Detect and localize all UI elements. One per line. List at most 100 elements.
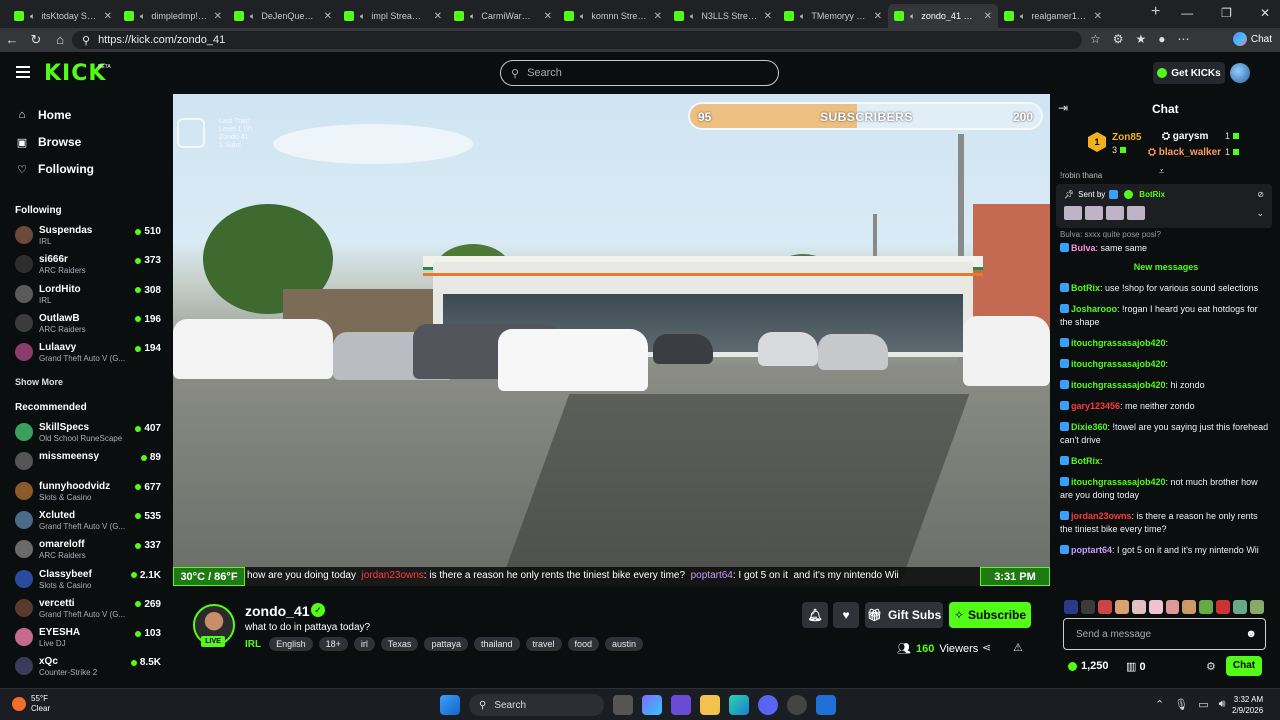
chat-input[interactable]: Send a message ☻ bbox=[1063, 618, 1266, 650]
stream-tag[interactable]: pattaya bbox=[424, 637, 468, 651]
notification-bell-button[interactable]: 🔔︎ bbox=[802, 602, 828, 628]
close-tab-icon[interactable]: ✕ bbox=[324, 11, 332, 22]
browser-tab[interactable]: 🔈︎ dimpledmp!ng ✕ bbox=[118, 4, 228, 28]
edge-icon[interactable] bbox=[729, 695, 749, 715]
stream-tag[interactable]: irl bbox=[353, 637, 375, 651]
close-tab-icon[interactable]: ✕ bbox=[214, 11, 222, 22]
minimize-button[interactable]: — bbox=[1181, 6, 1193, 20]
more-icon[interactable]: ⋯ bbox=[1178, 32, 1190, 46]
stream-tag[interactable]: thailand bbox=[473, 637, 520, 651]
close-tab-icon[interactable]: ✕ bbox=[984, 11, 992, 22]
sidebar-channel[interactable]: EYESHA Live DJ 103 bbox=[15, 626, 165, 654]
sidebar-channel[interactable]: omareloff ARC Raiders 337 bbox=[15, 538, 165, 566]
close-tab-icon[interactable]: ✕ bbox=[434, 11, 442, 22]
url-field[interactable]: ⚲ https://kick.com/zondo_41 bbox=[72, 31, 1082, 49]
sidebar-channel[interactable]: LordHito IRL 308 bbox=[15, 283, 165, 311]
browser-tab[interactable]: 🔈︎ komnn Stream ✕ bbox=[558, 4, 668, 28]
emote[interactable] bbox=[1148, 600, 1163, 614]
chat-username[interactable]: Josharooo bbox=[1071, 304, 1117, 314]
leaderboard-top-name[interactable]: Zon85 bbox=[1112, 132, 1141, 143]
kicks-balance[interactable]: ▥ 0 bbox=[1126, 660, 1146, 673]
new-messages-divider[interactable]: New messages bbox=[1060, 261, 1272, 274]
favorites-bar-icon[interactable]: ★ bbox=[1136, 32, 1147, 46]
emote[interactable] bbox=[1064, 600, 1078, 614]
menu-icon[interactable] bbox=[16, 66, 30, 81]
chat-username[interactable]: BotRix bbox=[1071, 283, 1100, 293]
video-player[interactable]: Last Train Level 1 (3) Zondo 41 1 Subs 9… bbox=[173, 94, 1050, 586]
sidebar-channel[interactable]: xQc Counter-Strike 2 8.5K bbox=[15, 655, 165, 683]
speaker-icon[interactable]: 🔈︎ bbox=[360, 11, 365, 22]
emoji-icon[interactable]: ☻ bbox=[1245, 628, 1257, 640]
stream-tag[interactable]: austin bbox=[605, 637, 644, 651]
file-explorer-icon[interactable] bbox=[700, 695, 720, 715]
home-button[interactable]: ⌂ bbox=[48, 32, 72, 47]
close-tab-icon[interactable]: ✕ bbox=[764, 11, 772, 22]
stream-tag[interactable]: Texas bbox=[380, 637, 419, 651]
nav-browse[interactable]: ▣ Browse bbox=[16, 135, 82, 149]
speaker-icon[interactable]: 🔈︎ bbox=[30, 11, 35, 22]
close-tab-icon[interactable]: ✕ bbox=[654, 11, 662, 22]
chevron-down-icon[interactable]: ⌄ bbox=[1256, 208, 1264, 219]
nav-home[interactable]: ⌂ Home bbox=[16, 108, 72, 122]
close-tab-icon[interactable]: ✕ bbox=[874, 11, 882, 22]
stream-tag[interactable]: 18+ bbox=[318, 637, 348, 651]
sidebar-channel[interactable]: funnyhoodvidz Slots & Casino 677 bbox=[15, 480, 165, 508]
share-icon[interactable]: ⋖ bbox=[982, 641, 991, 654]
speaker-icon[interactable]: 🔈︎ bbox=[140, 11, 145, 22]
browser-tab[interactable]: 🔈︎ impl Stream - V ✕ bbox=[338, 4, 448, 28]
emote[interactable] bbox=[1233, 600, 1248, 614]
browser-tab[interactable]: 🔈︎ CarmiWarmy Str ✕ bbox=[448, 4, 558, 28]
chat-username[interactable]: Dixie360 bbox=[1071, 422, 1108, 432]
speaker-icon[interactable]: 🔈︎ bbox=[800, 11, 805, 22]
sidebar-channel[interactable]: si666r ARC Raiders 373 bbox=[15, 253, 165, 281]
emote[interactable] bbox=[1131, 600, 1146, 614]
emote[interactable] bbox=[1080, 600, 1095, 614]
sidebar-channel[interactable]: Classybeef Slots & Casino 2.1K bbox=[15, 568, 165, 596]
system-clock[interactable]: 3:32 AM 2/9/2026 bbox=[1232, 694, 1263, 716]
speaker-icon[interactable]: 🔈︎ bbox=[690, 11, 695, 22]
reload-button[interactable]: ↻ bbox=[24, 32, 48, 48]
browser-tab[interactable]: 🔈︎ itsKtoday Stream ✕ bbox=[8, 4, 118, 28]
app-icon[interactable] bbox=[816, 695, 836, 715]
chat-username[interactable]: itouchgrassasajob420 bbox=[1071, 380, 1166, 390]
show-more-button[interactable]: Show More bbox=[15, 377, 63, 387]
weather-widget[interactable]: 55°F Clear bbox=[12, 694, 50, 714]
follow-button[interactable]: ♥ bbox=[833, 602, 859, 628]
new-tab-button[interactable]: + bbox=[1151, 3, 1160, 21]
chat-username[interactable]: BotRix bbox=[1071, 456, 1100, 466]
speaker-icon[interactable]: 🔈︎ bbox=[470, 11, 475, 22]
emote[interactable] bbox=[1250, 600, 1265, 614]
microphone-icon[interactable]: 🎙︎ bbox=[1174, 698, 1188, 711]
stream-tag[interactable]: English bbox=[269, 637, 313, 651]
nav-following[interactable]: ♡ Following bbox=[16, 162, 94, 176]
close-window-button[interactable]: ✕ bbox=[1260, 6, 1270, 20]
close-tab-icon[interactable]: ✕ bbox=[544, 11, 552, 22]
close-tab-icon[interactable]: ✕ bbox=[104, 11, 112, 22]
copilot-button[interactable]: Chat bbox=[1232, 32, 1272, 46]
extensions-icon[interactable]: ⚙ bbox=[1113, 32, 1124, 46]
chevron-up-icon[interactable]: ⌃ bbox=[1155, 698, 1164, 711]
subscribe-button[interactable]: ✧ Subscribe bbox=[949, 602, 1031, 628]
browser-tab[interactable]: 🔈︎ N3LLS Stream - ✕ bbox=[668, 4, 778, 28]
leaderboard-third-name[interactable]: ⛭ black_walker bbox=[1148, 147, 1221, 158]
network-icon[interactable]: ▭ bbox=[1198, 698, 1208, 711]
speaker-icon[interactable]: 🔈︎ bbox=[250, 11, 255, 22]
profile-icon[interactable]: ● bbox=[1158, 32, 1165, 46]
sidebar-channel[interactable]: Xcluted Grand Theft Auto V (G... 535 bbox=[15, 509, 165, 537]
send-chat-button[interactable]: Chat bbox=[1226, 656, 1262, 676]
browser-tab[interactable]: 🔈︎ realgamer1985 - ✕ bbox=[998, 4, 1108, 28]
sidebar-channel[interactable]: vercetti Grand Theft Auto V (G... 269 bbox=[15, 597, 165, 625]
chat-username[interactable]: poptart64 bbox=[1071, 545, 1112, 555]
report-icon[interactable]: ⚠ bbox=[1013, 641, 1023, 654]
chat-username[interactable]: itouchgrassasajob420 bbox=[1071, 338, 1166, 348]
task-view-icon[interactable] bbox=[613, 695, 633, 715]
browser-tab[interactable]: 🔈︎ DeJenQueen Str ✕ bbox=[228, 4, 338, 28]
stream-tag[interactable]: food bbox=[567, 637, 600, 651]
gift-subs-button[interactable]: 🎁︎ Gift Subs bbox=[865, 602, 943, 628]
sidebar-channel[interactable]: OutlawB ARC Raiders 196 bbox=[15, 312, 165, 340]
volume-icon[interactable]: 🔊︎ bbox=[1219, 698, 1226, 711]
category-link[interactable]: IRL bbox=[245, 639, 261, 650]
taskbar-search[interactable]: ⚲ Search bbox=[469, 694, 604, 716]
leaderboard-expand-icon[interactable]: ⩡ bbox=[1159, 166, 1164, 177]
leaderboard-second-name[interactable]: ⛭ garysm bbox=[1162, 131, 1208, 142]
